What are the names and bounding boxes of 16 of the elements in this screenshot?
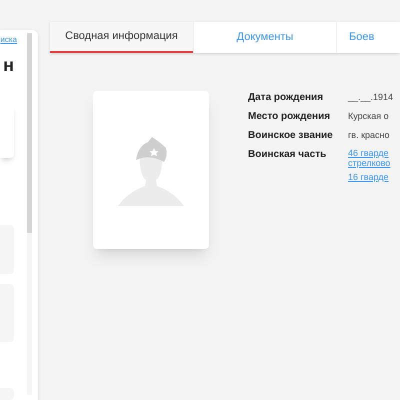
- field-label: Дата рождения: [248, 91, 324, 104]
- field-label: Место рождения: [248, 110, 332, 123]
- field-label: Воинское звание: [248, 129, 334, 142]
- tab[interactable]: Документы: [193, 22, 336, 53]
- scrollbar-thumb[interactable]: [27, 33, 32, 233]
- soldier-silhouette-icon: [118, 134, 184, 206]
- unit-link[interactable]: 46 гварде стрелково: [348, 148, 398, 168]
- tab[interactable]: Боев: [336, 22, 396, 53]
- back-link[interactable]: иска: [0, 34, 17, 46]
- field-value: гв. красно: [348, 129, 390, 142]
- unit-link[interactable]: 16 гварде: [348, 172, 398, 182]
- person-name: н: [3, 56, 14, 74]
- field-label: Воинская часть: [248, 148, 328, 162]
- field-value: __.__.1914: [348, 91, 394, 104]
- field-value: Курская о: [348, 110, 390, 123]
- tab[interactable]: Сводная информация: [50, 22, 193, 53]
